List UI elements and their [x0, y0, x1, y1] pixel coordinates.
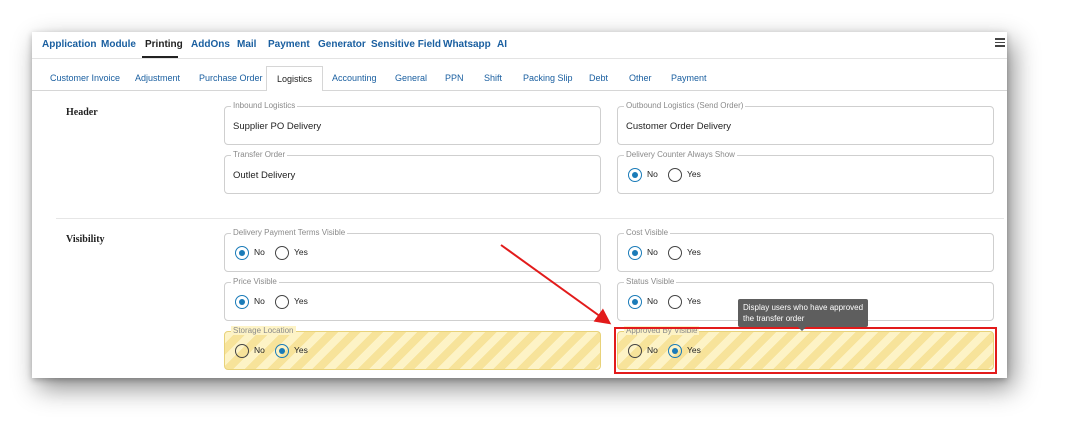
price-visible-field: Price Visible No Yes	[224, 277, 601, 321]
inbound-logistics-field[interactable]: Inbound Logistics Supplier PO Delivery	[224, 101, 601, 145]
menu-payment[interactable]: Payment	[268, 39, 310, 50]
radio-label-no: No	[254, 247, 265, 257]
field-label: Status Visible	[624, 277, 677, 286]
menu-whatsapp[interactable]: Whatsapp	[443, 39, 491, 50]
menu-sensitive-field[interactable]: Sensitive Field	[371, 39, 441, 50]
field-label: Delivery Counter Always Show	[624, 150, 737, 159]
radio-label-yes: Yes	[294, 345, 308, 355]
tooltip-line-1: Display users who have approved	[743, 303, 864, 312]
field-label: Outbound Logistics (Send Order)	[624, 101, 746, 110]
radio-label-no: No	[647, 247, 658, 257]
field-label: Price Visible	[231, 277, 279, 286]
field-label: Transfer Order	[231, 150, 288, 159]
radio-label-yes: Yes	[687, 296, 701, 306]
field-label: Delivery Payment Terms Visible	[231, 228, 348, 237]
radio-label-yes: Yes	[294, 247, 308, 257]
tab-debt[interactable]: Debt	[587, 66, 610, 90]
sub-tabs: Customer Invoice Adjustment Purchase Ord…	[32, 66, 1007, 92]
radio-no[interactable]	[235, 344, 249, 358]
transfer-order-field[interactable]: Transfer Order Outlet Delivery	[224, 150, 601, 194]
tab-other[interactable]: Other	[627, 66, 654, 90]
menu-addons[interactable]: AddOns	[191, 39, 230, 50]
radio-no[interactable]	[628, 295, 642, 309]
tab-payment[interactable]: Payment	[669, 66, 709, 90]
radio-label-no: No	[254, 296, 265, 306]
tooltip-line-2: the transfer order	[743, 314, 805, 323]
menu-application[interactable]: Application	[42, 39, 96, 50]
section-title-header: Header	[66, 107, 98, 118]
radio-label-no: No	[254, 345, 265, 355]
tab-ppn[interactable]: PPN	[443, 66, 466, 90]
tab-accounting[interactable]: Accounting	[330, 66, 379, 90]
field-label: Storage Location	[231, 326, 296, 335]
radio-no[interactable]	[235, 246, 249, 260]
radio-no[interactable]	[235, 295, 249, 309]
storage-location-field: Storage Location No Yes	[224, 326, 601, 370]
tab-general[interactable]: General	[393, 66, 429, 90]
logistics-settings-content: Header Inbound Logistics Supplier PO Del…	[40, 91, 1004, 378]
radio-yes[interactable]	[275, 295, 289, 309]
radio-label-yes: Yes	[687, 247, 701, 257]
menu-ai[interactable]: AI	[497, 39, 507, 50]
active-menu-underline	[142, 56, 178, 58]
top-menu: Application Module Printing AddOns Mail …	[32, 32, 1007, 59]
radio-label-no: No	[647, 169, 658, 179]
radio-label-no: No	[647, 296, 658, 306]
tab-purchase-order[interactable]: Purchase Order	[197, 66, 265, 90]
delivery-counter-field: Delivery Counter Always Show No Yes	[617, 150, 994, 194]
section-title-visibility: Visibility	[66, 234, 105, 245]
outbound-logistics-field[interactable]: Outbound Logistics (Send Order) Customer…	[617, 101, 994, 145]
app-window: Application Module Printing AddOns Mail …	[32, 32, 1007, 378]
cost-visible-field: Cost Visible No Yes	[617, 228, 994, 272]
radio-yes[interactable]	[668, 246, 682, 260]
menu-generator[interactable]: Generator	[318, 39, 366, 50]
radio-no[interactable]	[628, 168, 642, 182]
radio-label-yes: Yes	[687, 169, 701, 179]
radio-label-yes: Yes	[294, 296, 308, 306]
tab-shift[interactable]: Shift	[482, 66, 504, 90]
tab-customer-invoice[interactable]: Customer Invoice	[48, 66, 122, 90]
delivery-payment-terms-visible-field: Delivery Payment Terms Visible No Yes	[224, 228, 601, 272]
menu-mail[interactable]: Mail	[237, 39, 256, 50]
menu-printing[interactable]: Printing	[145, 39, 183, 50]
radio-yes[interactable]	[668, 295, 682, 309]
tab-adjustment[interactable]: Adjustment	[133, 66, 182, 90]
radio-yes[interactable]	[275, 246, 289, 260]
menu-module[interactable]: Module	[101, 39, 136, 50]
radio-yes[interactable]	[668, 168, 682, 182]
field-label: Cost Visible	[624, 228, 671, 237]
radio-no[interactable]	[628, 246, 642, 260]
field-value: Customer Order Delivery	[626, 121, 732, 132]
annotation-highlight-box	[614, 327, 997, 374]
radio-yes[interactable]	[275, 344, 289, 358]
approved-by-tooltip: Display users who have approved the tran…	[738, 299, 869, 331]
hamburger-menu-icon[interactable]	[995, 36, 1005, 49]
field-label: Inbound Logistics	[231, 101, 298, 110]
field-value: Supplier PO Delivery	[233, 121, 322, 132]
tab-packing-slip[interactable]: Packing Slip	[521, 66, 575, 90]
section-divider	[56, 218, 1004, 219]
field-value: Outlet Delivery	[233, 170, 296, 181]
tab-logistics[interactable]: Logistics	[266, 66, 324, 92]
